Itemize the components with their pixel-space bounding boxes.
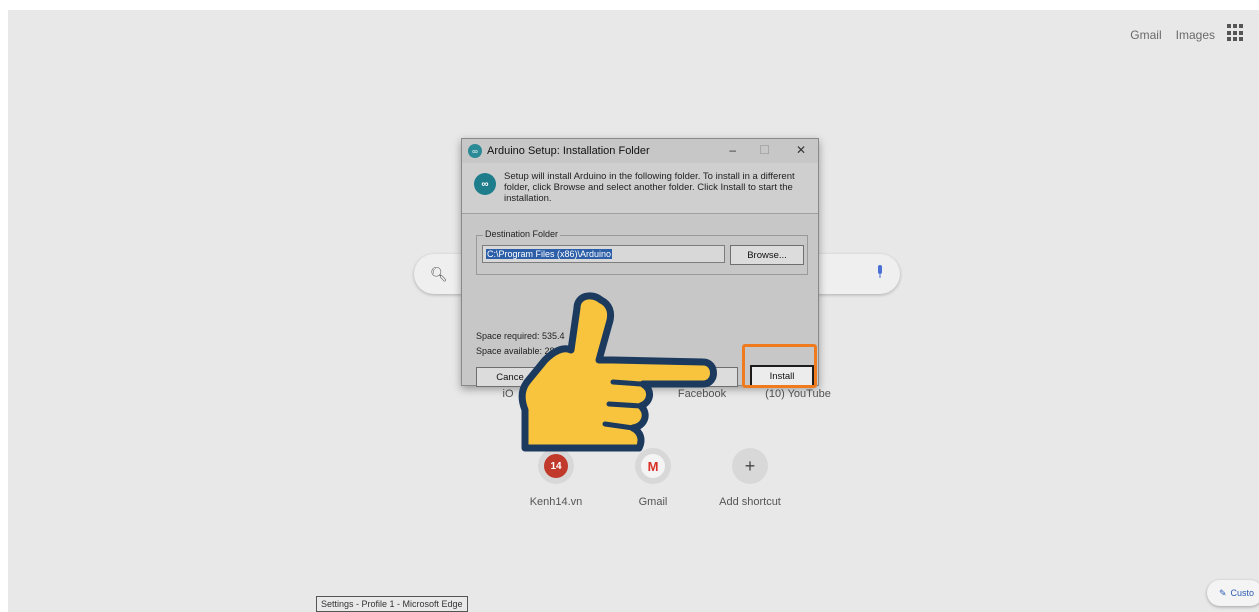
top-links: Gmail Images [1130, 28, 1215, 42]
gmail-link[interactable]: Gmail [1130, 28, 1161, 42]
shortcut-label-add[interactable]: Add shortcut [700, 496, 800, 508]
images-link[interactable]: Images [1176, 28, 1215, 42]
dialog-title: Arduino Setup: Installation Folder [487, 145, 650, 157]
dialog-titlebar[interactable]: ∞ Arduino Setup: Installation Folder – ☐… [462, 139, 818, 163]
install-highlight-box [742, 344, 817, 388]
shortcut-label-kenh14[interactable]: Kenh14.vn [506, 496, 606, 508]
microphone-icon[interactable] [876, 265, 884, 279]
shortcut-add[interactable]: + [732, 448, 768, 484]
close-button[interactable]: ✕ [796, 143, 806, 157]
dialog-header: ∞ Setup will install Arduino in the foll… [462, 163, 818, 214]
pencil-icon: ✎ [1219, 587, 1227, 598]
customize-button[interactable]: ✎ Custo [1207, 580, 1259, 606]
plus-icon: + [744, 455, 756, 476]
maximize-button[interactable]: ☐ [759, 143, 770, 157]
customize-label: Custo [1230, 588, 1255, 598]
dialog-message: Setup will install Arduino in the follow… [504, 171, 795, 204]
arduino-logo-icon: ∞ [468, 144, 482, 158]
minimize-button[interactable]: – [729, 143, 736, 157]
browse-button[interactable]: Browse... [730, 245, 804, 265]
arduino-infinity-icon: ∞ [474, 173, 496, 195]
taskbar-tooltip: Settings - Profile 1 - Microsoft Edge [316, 596, 468, 612]
search-icon: 🔍︎ [430, 266, 448, 282]
pointing-hand-icon [518, 292, 717, 452]
group-label: Destination Folder [483, 229, 561, 239]
shortcut-label-gmail[interactable]: Gmail [603, 496, 703, 508]
path-value: C:\Program Files (x86)\Arduino [486, 249, 613, 259]
browser-new-tab-page: Gmail Images 🔍︎ iO Facebook (10) YouTube… [8, 10, 1259, 612]
shortcut-label-youtube[interactable]: (10) YouTube [748, 388, 848, 400]
apps-grid-icon[interactable] [1227, 24, 1245, 42]
destination-path-input[interactable]: C:\Program Files (x86)\Arduino [482, 245, 725, 263]
